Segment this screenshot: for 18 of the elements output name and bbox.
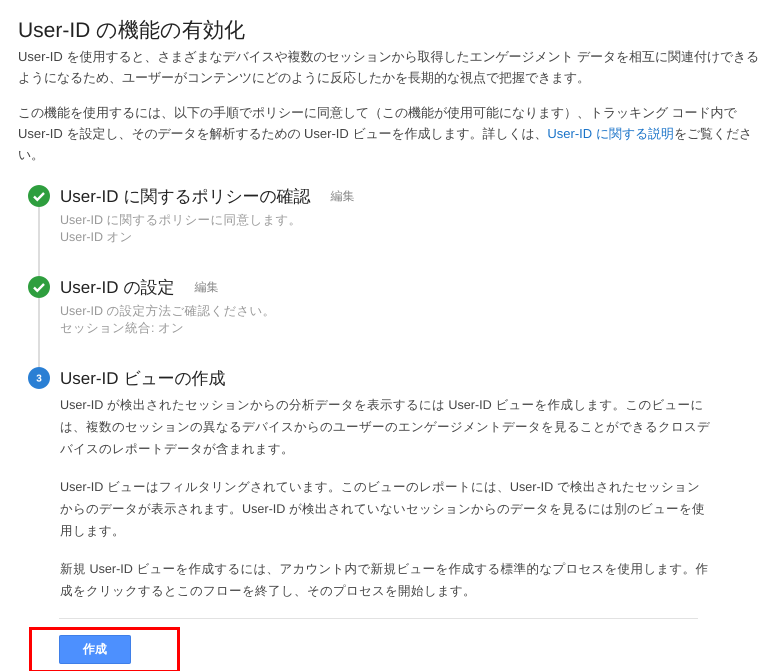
step-detail: User-ID に関するポリシーに同意します。 [60, 212, 303, 229]
edit-link[interactable]: 編集 [330, 188, 354, 204]
step-number-icon: 3 [28, 367, 50, 389]
create-button[interactable]: 作成 [59, 635, 131, 664]
step-title: User-ID の設定 [60, 276, 174, 298]
edit-link[interactable]: 編集 [194, 278, 218, 296]
help-link[interactable]: User-ID に関する説明 [547, 126, 674, 141]
step-detail: User-ID の設定方法ご確認ください。 [60, 303, 277, 320]
step-title: User-ID に関するポリシーの確認 [60, 186, 310, 208]
step-title: User-ID ビューの作成 [60, 368, 226, 390]
page-title: User-ID の機能の有効化 [18, 18, 246, 44]
instructions-paragraph: この機能を使用するには、以下の手順でポリシーに同意して（この機能が使用可能になります）、トラッキング コード内で User-ID を設定し、そのデータを解析するための User-ID ビューを作成します。詳しくは、User-ID に関する説明をご覧ください。 [18, 104, 753, 164]
step-detail: セッション統合: オン [60, 320, 185, 337]
step-paragraph: User-ID が検出されたセッションからの分析データを表示するには User-ID ビューを作成します。このビューには、複数のセッションの異なるデバイスからのユーザーのエンゲージメントデータを見ることができるクロスデバイスのレポートデータが含まれます。 [60, 397, 710, 458]
step-detail: User-ID オン [60, 229, 134, 246]
step-paragraph: User-ID ビューはフィルタリングされています。このビューのレポートには、User-ID で検出されたセッションからのデータが表示されます。User-ID が検出されていないセッションからのデータを見るには別のビューを使用します。 [60, 479, 706, 540]
intro-paragraph: User-ID を使用すると、さまざまなデバイスや複数のセッションから取得したエンゲージメント データを相互に関連付けできるようになるため、ユーザーがコンテンツにどのように反応したかを長期的な視点で把握できます。 [18, 48, 759, 87]
step-paragraph: 新規 User-ID ビューを作成するには、アカウント内で新規ビューを作成する標準的なプロセスを使用します。作成をクリックするとこのフローを終了し、そのプロセスを開始します。 [60, 561, 710, 600]
